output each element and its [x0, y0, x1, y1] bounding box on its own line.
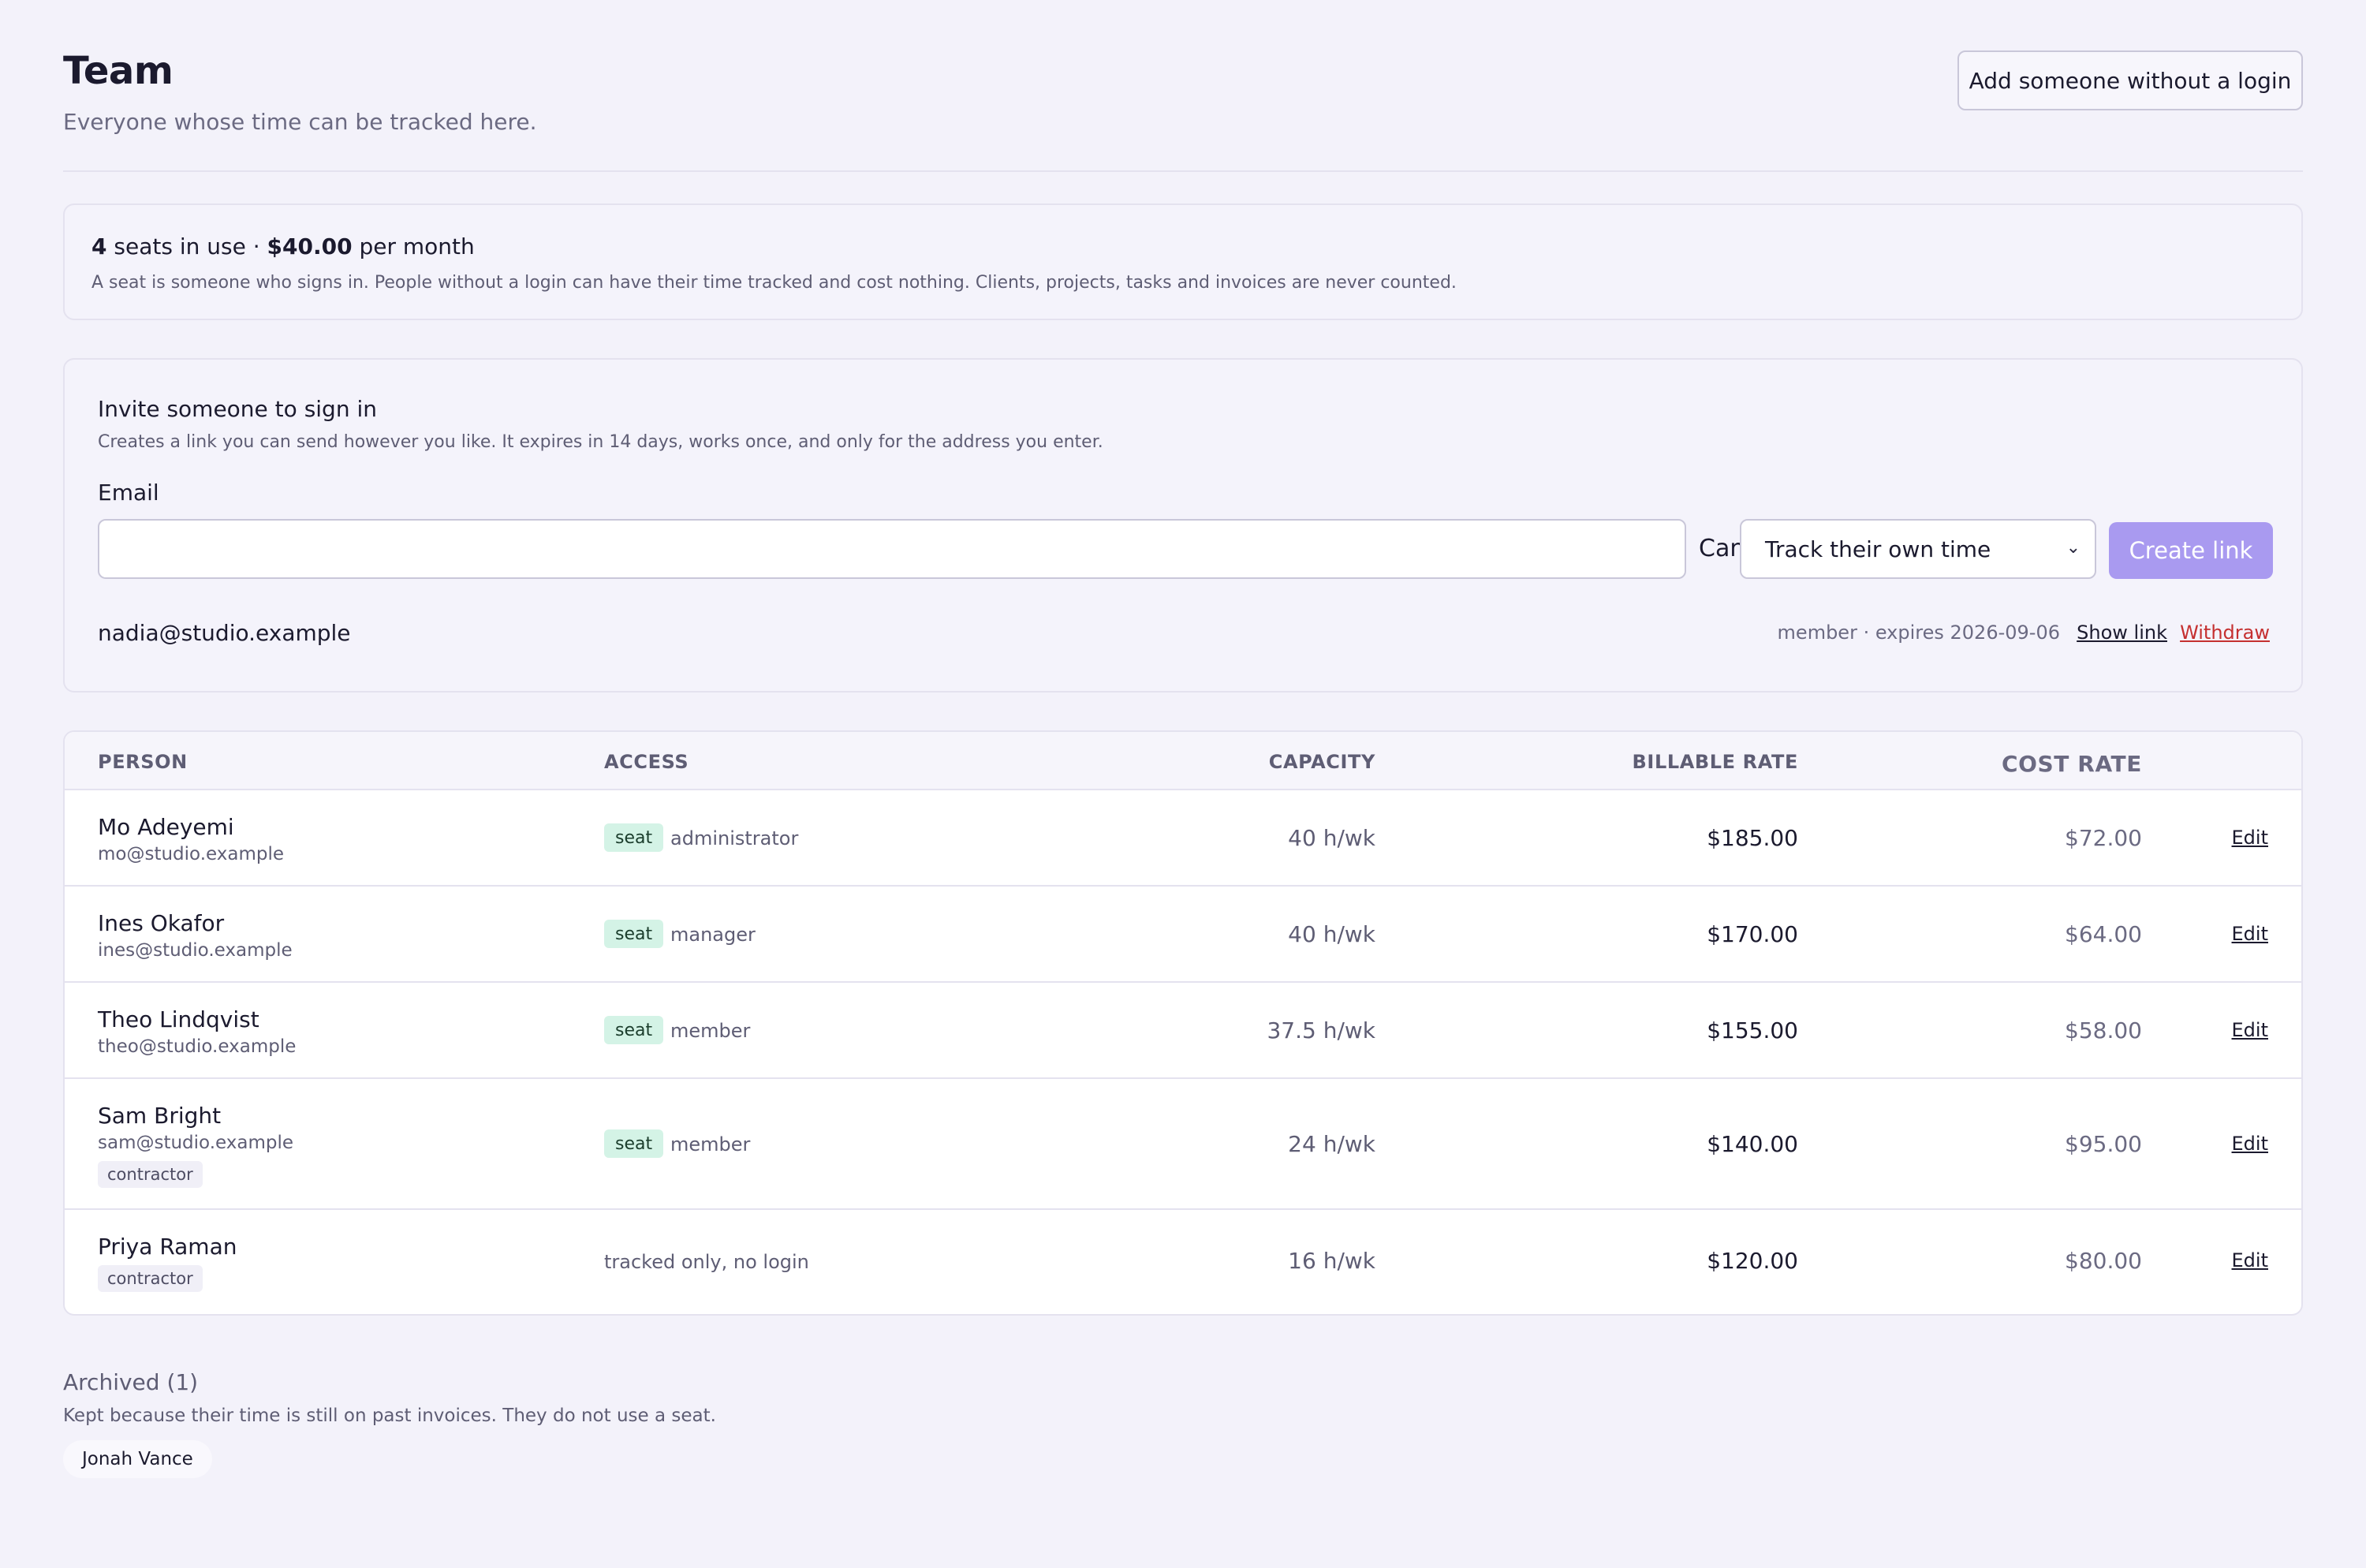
column-header-person: PERSON: [98, 751, 188, 773]
person-email: theo@studio.example: [98, 1036, 297, 1057]
access-role: member: [670, 1133, 751, 1155]
access-text: tracked only, no login: [604, 1251, 809, 1273]
page-title: Team: [63, 49, 174, 93]
access-role: administrator: [670, 827, 799, 849]
withdraw-button[interactable]: Withdraw: [2180, 622, 2270, 644]
billable-rate-value: $140.00: [1707, 1131, 1798, 1157]
seats-summary-card: 4 seats in use · $40.00 per month A seat…: [63, 203, 2303, 320]
create-link-button[interactable]: Create link: [2109, 522, 2273, 579]
per-month-label: per month: [352, 233, 475, 259]
add-someone-without-login-button[interactable]: Add someone without a login: [1957, 50, 2303, 110]
team-table: PERSON ACCESS CAPACITY BILLABLE RATE COS…: [63, 730, 2303, 1316]
seat-badge: seat: [604, 1016, 664, 1044]
seats-summary: 4 seats in use · $40.00 per month: [91, 233, 475, 259]
capacity-value: 37.5 h/wk: [1267, 1017, 1375, 1043]
cost-rate-value: $80.00: [2065, 1248, 2142, 1274]
page-subtitle: Everyone whose time can be tracked here.: [63, 109, 537, 135]
table-row: Theo Lindqvist theo@studio.example seat …: [65, 983, 2301, 1079]
cost-rate-value: $64.00: [2065, 921, 2142, 947]
invite-description: Creates a link you can send however you …: [98, 432, 1103, 452]
seat-badge: seat: [604, 823, 664, 852]
contractor-tag: contractor: [98, 1161, 203, 1188]
table-row: Ines Okafor ines@studio.example seat man…: [65, 887, 2301, 983]
table-row: Mo Adeyemi mo@studio.example seat admini…: [65, 790, 2301, 887]
capacity-value: 40 h/wk: [1288, 921, 1375, 947]
billable-rate-value: $120.00: [1707, 1248, 1798, 1274]
seat-badge: seat: [604, 920, 664, 948]
capacity-value: 40 h/wk: [1288, 825, 1375, 851]
pending-invite-meta: member · expires 2026-09-06: [1777, 622, 2060, 644]
person-name: Sam Bright: [98, 1103, 222, 1129]
edit-button[interactable]: Edit: [2232, 1249, 2268, 1271]
person-name: Mo Adeyemi: [98, 814, 234, 840]
archived-title[interactable]: Archived (1): [63, 1369, 198, 1395]
table-row: Priya Raman contractor tracked only, no …: [65, 1210, 2301, 1314]
cost-rate-value: $58.00: [2065, 1017, 2142, 1043]
seat-badge: seat: [604, 1129, 664, 1158]
table-header: PERSON ACCESS CAPACITY BILLABLE RATE COS…: [65, 732, 2301, 790]
archived-person-chip[interactable]: Jonah Vance: [63, 1440, 212, 1478]
seat-count: 4: [91, 233, 107, 259]
role-select-value: Track their own time: [1765, 536, 1991, 562]
column-header-billable-rate: BILLABLE RATE: [1632, 751, 1798, 773]
edit-button[interactable]: Edit: [2232, 1019, 2268, 1041]
person-email: ines@studio.example: [98, 940, 293, 961]
cost-rate-value: $95.00: [2065, 1131, 2142, 1157]
column-header-access: ACCESS: [604, 751, 689, 773]
role-select[interactable]: Track their own time ⌄: [1740, 519, 2096, 579]
page-header: Team Everyone whose time can be tracked …: [63, 0, 2303, 172]
billable-rate-value: $185.00: [1707, 825, 1798, 851]
billable-rate-value: $155.00: [1707, 1017, 1798, 1043]
edit-button[interactable]: Edit: [2232, 827, 2268, 849]
pending-invite-email: nadia@studio.example: [98, 620, 351, 646]
edit-button[interactable]: Edit: [2232, 923, 2268, 945]
email-label: Email: [98, 480, 159, 506]
invite-card: Invite someone to sign in Creates a link…: [63, 358, 2303, 693]
person-email: mo@studio.example: [98, 844, 285, 864]
table-row: Sam Bright sam@studio.example contractor…: [65, 1079, 2301, 1210]
can-label: Can: [1699, 535, 1745, 562]
team-page: Team Everyone whose time can be tracked …: [63, 0, 2303, 1478]
person-name: Ines Okafor: [98, 910, 225, 936]
cost-rate-value: $72.00: [2065, 825, 2142, 851]
seats-note: A seat is someone who signs in. People w…: [91, 273, 1457, 293]
capacity-value: 16 h/wk: [1288, 1248, 1375, 1274]
person-name: Theo Lindqvist: [98, 1006, 259, 1032]
invite-title: Invite someone to sign in: [98, 396, 378, 422]
chevron-down-icon: ⌄: [2066, 538, 2081, 558]
access-role: manager: [670, 924, 756, 946]
email-field[interactable]: [98, 519, 1686, 579]
archived-description: Kept because their time is still on past…: [63, 1406, 716, 1426]
person-name: Priya Raman: [98, 1234, 237, 1260]
access-role: member: [670, 1020, 751, 1042]
show-link-button[interactable]: Show link: [2077, 622, 2167, 644]
seat-price: $40.00: [267, 233, 353, 259]
billable-rate-value: $170.00: [1707, 921, 1798, 947]
contractor-tag: contractor: [98, 1265, 203, 1292]
capacity-value: 24 h/wk: [1288, 1131, 1375, 1157]
seats-in-use-label: seats in use ·: [106, 233, 267, 259]
person-email: sam@studio.example: [98, 1133, 294, 1153]
column-header-capacity: CAPACITY: [1268, 751, 1375, 773]
edit-button[interactable]: Edit: [2232, 1133, 2268, 1155]
column-header-cost-rate: COST RATE: [2001, 751, 2142, 777]
